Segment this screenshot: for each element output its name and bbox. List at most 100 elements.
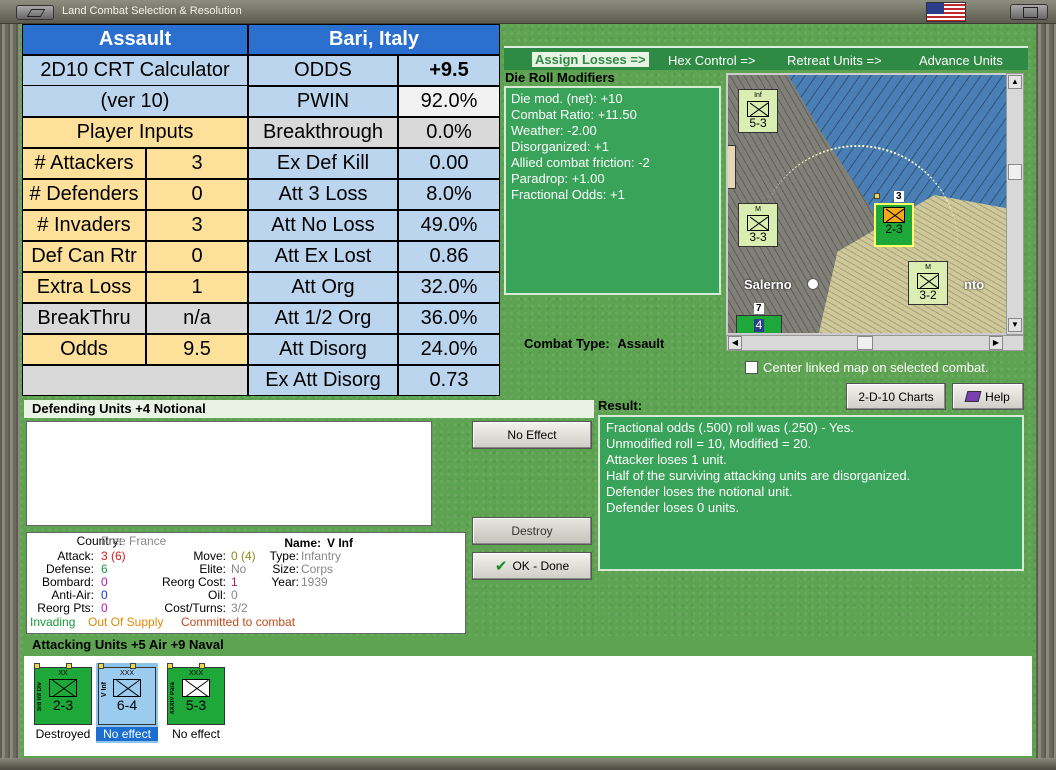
cost-turns-label: Cost/Turns: (164, 601, 226, 615)
crt-calculator: Assault Bari, Italy 2D10 CRT Calculator … (22, 24, 500, 396)
result-value: 92.0% (399, 87, 499, 116)
map-counter[interactable]: M 3-2 (908, 261, 948, 305)
counter-size: XXX (188, 670, 203, 677)
result-label: Ex Def Kill (249, 149, 397, 178)
reorg-pts-value: 0 (101, 601, 108, 615)
counter-size: XX (58, 670, 68, 677)
reorg-pts-label: Reorg Pts: (37, 601, 94, 615)
window-title: Land Combat Selection & Resolution (62, 5, 242, 17)
scroll-right-icon[interactable]: ▶ (989, 336, 1003, 350)
modifier-line: Disorganized: +1 (511, 139, 609, 154)
stack-marker (874, 193, 880, 199)
map-counter[interactable]: 3 (728, 145, 736, 189)
calculator-version: (ver 10) (23, 86, 247, 116)
year-label: Year: (271, 575, 299, 589)
counter-side-label: XXXIV Para (170, 682, 176, 715)
die-roll-label: Die Roll Modifiers (505, 70, 615, 85)
map-counter[interactable]: Inf 5-3 (738, 89, 778, 133)
scroll-left-icon[interactable]: ◀ (728, 336, 742, 350)
result-label: Result: (598, 398, 643, 413)
counter-size: M (755, 206, 761, 213)
result-line: Unmodified roll = 10, Modified = 20. (606, 436, 812, 451)
status-supply: Out Of Supply (88, 615, 164, 629)
unit-counter: XXX 5-3 XXXIV Para (167, 667, 225, 725)
stack-count: 7 (754, 303, 764, 314)
result-value: 49.0% (399, 211, 499, 240)
unit-result: No effect (172, 727, 220, 741)
combat-type-title: Assault (23, 25, 247, 54)
counter-strength: 6-4 (116, 697, 138, 713)
result-label: PWIN (249, 87, 397, 116)
scroll-down-icon[interactable]: ▼ (1008, 318, 1022, 332)
unit-pin-icon (167, 663, 173, 669)
defending-units-list[interactable] (26, 421, 432, 526)
tab-hex-control[interactable]: Hex Control => (668, 53, 755, 68)
counter-strength: 2-3 (885, 222, 903, 236)
system-menu-icon[interactable] (16, 5, 54, 20)
input-label: Odds (23, 335, 145, 364)
scroll-thumb[interactable] (1008, 164, 1022, 180)
help-button-label: Help (985, 389, 1010, 404)
destroy-button[interactable]: Destroy (472, 517, 592, 545)
maximize-icon[interactable] (1010, 4, 1048, 20)
map-counter[interactable]: 4 (736, 315, 782, 333)
counter-side-label: V Inf (101, 682, 108, 698)
input-label: Extra Loss (23, 273, 145, 302)
result-line: Attacker loses 1 unit. (606, 452, 727, 467)
combat-type-value: Assault (617, 336, 665, 351)
map-horizontal-scrollbar[interactable]: ◀ ▶ (726, 335, 1024, 351)
no-effect-button[interactable]: No Effect (472, 421, 592, 449)
attacking-unit[interactable]: XX 2-3 3rd Inf Div Destroyed (32, 663, 94, 743)
cost-turns-value: 3/2 (231, 601, 248, 615)
input-value: 0 (147, 180, 247, 209)
tab-retreat-units[interactable]: Retreat Units => (787, 53, 882, 68)
counter-strength: 2-3 (52, 697, 74, 713)
counter-size: M (925, 264, 931, 271)
counter-size: Inf (754, 92, 762, 99)
result-label: Att Disorg (249, 335, 397, 364)
help-button[interactable]: Help (952, 383, 1024, 410)
map-counter[interactable]: M 3-3 (738, 203, 778, 247)
mountain-infantry-icon (917, 273, 939, 289)
tab-advance-units[interactable]: Advance Units (919, 53, 1003, 68)
charts-button-label: 2-D-10 Charts (858, 389, 934, 404)
frame-left (0, 24, 20, 770)
result-label: Att No Loss (249, 211, 397, 240)
attacking-label: Attacking Units +5 Air +9 Naval (32, 637, 224, 652)
result-value: 24.0% (399, 335, 499, 364)
unit-pin-icon (66, 663, 72, 669)
map-city-label: nto (964, 277, 985, 292)
counter-size: XXX (119, 670, 134, 677)
result-line: Fractional odds (.500) roll was (.250) -… (606, 420, 854, 435)
result-value: 0.0% (399, 118, 499, 147)
tab-assign-losses[interactable]: Assign Losses => (532, 52, 649, 67)
attacking-unit-selected[interactable]: XXX 6-4 V Inf No effect (96, 663, 158, 743)
charts-button[interactable]: 2-D-10 Charts (846, 383, 946, 410)
ok-done-button[interactable]: ✔ OK - Done (472, 552, 592, 580)
explosion-icon (883, 207, 905, 223)
result-label: Breakthrough (249, 118, 397, 147)
unit-pin-icon (199, 663, 205, 669)
unit-counter: XXX 6-4 V Inf (98, 667, 156, 725)
input-label: # Attackers (23, 149, 145, 178)
result-label: Att Org (249, 273, 397, 302)
frame-bottom (0, 758, 1056, 770)
input-value: 3 (147, 149, 247, 178)
status-committed: Committed to combat (181, 615, 296, 629)
attacking-unit[interactable]: XXX 5-3 XXXIV Para No effect (165, 663, 227, 743)
location-title: Bari, Italy (249, 25, 499, 54)
center-map-label[interactable]: Center linked map on selected combat. (763, 360, 988, 375)
combat-type-label: Combat Type: (524, 336, 610, 351)
map-vertical-scrollbar[interactable]: ▲ ▼ (1006, 73, 1024, 335)
scroll-thumb[interactable] (857, 336, 873, 350)
unit-info-panel: Country: Free France Name: V Inf Attack:… (26, 532, 466, 634)
linked-map[interactable]: Inf 5-3 3 M 3-3 2-3 3 M 3-2 4 7 Salerno … (726, 73, 1010, 335)
attack-paren: (6) (111, 549, 126, 563)
center-map-checkbox[interactable] (745, 361, 758, 374)
input-label: BreakThru (23, 304, 145, 333)
year-value: 1939 (301, 575, 328, 589)
scroll-up-icon[interactable]: ▲ (1008, 75, 1022, 89)
player-inputs-header: Player Inputs (23, 118, 247, 147)
map-city-label: Salerno (744, 277, 792, 292)
map-counter-selected[interactable]: 2-3 (874, 203, 914, 247)
